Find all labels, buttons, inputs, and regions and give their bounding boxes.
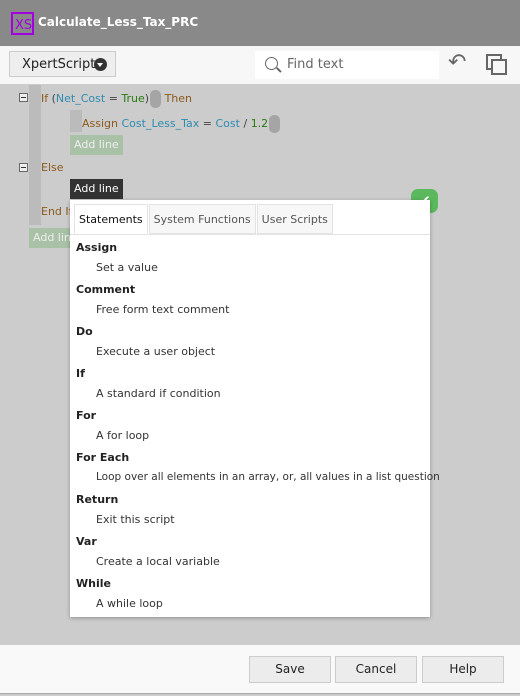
statement-item[interactable]: For Each Loop over all elements in an arr… xyxy=(76,451,440,483)
more-pill[interactable] xyxy=(150,90,162,108)
assign-bar xyxy=(70,110,82,132)
statement-item[interactable]: If A standard if condition xyxy=(76,367,221,400)
if-line[interactable]: If (Net_Cost = True) Then xyxy=(41,90,192,108)
add-line-button[interactable]: Add line xyxy=(70,135,123,155)
paren-close: ) xyxy=(144,92,150,105)
statement-item[interactable]: Do Execute a user object xyxy=(76,325,215,358)
rhs-value[interactable]: 1.2 xyxy=(251,117,269,130)
item-name: While xyxy=(76,577,111,590)
tab-system-functions[interactable]: System Functions xyxy=(148,204,256,234)
footer: Save Cancel Help xyxy=(0,645,520,694)
end-if-keyword: End If xyxy=(41,205,73,218)
find-text-input[interactable]: Find text xyxy=(255,51,439,79)
toolbar: XpertScript Find text ↶ xyxy=(0,46,520,84)
item-desc: A while loop xyxy=(96,597,163,610)
search-icon xyxy=(265,57,278,70)
title-bar: XS Calculate_Less_Tax_PRC xyxy=(0,0,522,46)
item-desc: Exit this script xyxy=(96,513,175,526)
collapse-if-icon[interactable] xyxy=(19,93,28,102)
statement-item[interactable]: Var Create a local variable xyxy=(76,535,220,568)
save-button[interactable]: Save xyxy=(249,656,331,683)
statement-item[interactable]: While A while loop xyxy=(76,577,163,610)
item-name: Do xyxy=(76,325,93,338)
if-value[interactable]: True xyxy=(121,92,144,105)
equals-op: = xyxy=(202,117,212,130)
statement-item[interactable]: For A for loop xyxy=(76,409,149,442)
statement-item[interactable]: Return Exit this script xyxy=(76,493,175,526)
item-desc: Loop over all elements in an array, or, … xyxy=(96,471,440,483)
tab-statements[interactable]: Statements xyxy=(74,204,148,234)
item-desc: Set a value xyxy=(96,261,158,274)
add-line-button-active[interactable]: Add line xyxy=(70,179,123,199)
statement-picker: Statements System Functions User Scripts… xyxy=(70,200,440,617)
item-desc: A standard if condition xyxy=(96,387,221,400)
undo-icon[interactable]: ↶ xyxy=(448,50,466,75)
item-desc: Execute a user object xyxy=(96,345,216,358)
window-title: Calculate_Less_Tax_PRC xyxy=(38,15,199,29)
statement-item[interactable]: Comment Free form text comment xyxy=(76,283,229,316)
item-desc: Free form text comment xyxy=(96,303,230,316)
else-keyword: Else xyxy=(41,161,64,174)
then-keyword: Then xyxy=(164,92,193,105)
equals-op: = xyxy=(108,92,118,105)
rhs-variable[interactable]: Cost xyxy=(216,117,240,130)
assign-variable[interactable]: Cost_Less_Tax xyxy=(122,117,200,130)
item-name: Assign xyxy=(76,241,118,254)
statement-item[interactable]: Assign Set a value xyxy=(76,241,158,274)
assign-line[interactable]: Assign Cost_Less_Tax = Cost / 1.2 xyxy=(82,115,281,133)
more-pill[interactable] xyxy=(269,115,281,133)
item-name: Return xyxy=(76,493,119,506)
assign-keyword: Assign xyxy=(82,117,118,130)
collapse-else-icon[interactable] xyxy=(19,163,28,172)
divide-op: / xyxy=(243,117,248,130)
item-name: For xyxy=(76,409,97,422)
copy-icon-front[interactable] xyxy=(491,59,507,75)
xpertscript-logo: XS xyxy=(11,12,34,35)
item-name: Comment xyxy=(76,283,136,296)
if-keyword: If xyxy=(41,92,49,105)
item-name: If xyxy=(76,367,85,380)
item-desc: A for loop xyxy=(96,429,150,442)
item-name: Var xyxy=(76,535,97,548)
chevron-down-icon xyxy=(94,58,107,71)
help-button[interactable]: Help xyxy=(422,656,504,683)
language-dropdown[interactable]: XpertScript xyxy=(9,51,116,77)
if-block-bar xyxy=(29,85,41,225)
item-name: For Each xyxy=(76,451,130,464)
cancel-button[interactable]: Cancel xyxy=(335,656,417,683)
item-desc: Create a local variable xyxy=(96,555,220,568)
language-label: XpertScript xyxy=(22,57,96,72)
if-variable[interactable]: Net_Cost xyxy=(56,92,105,105)
find-placeholder: Find text xyxy=(287,57,344,72)
tab-user-scripts[interactable]: User Scripts xyxy=(256,204,333,234)
